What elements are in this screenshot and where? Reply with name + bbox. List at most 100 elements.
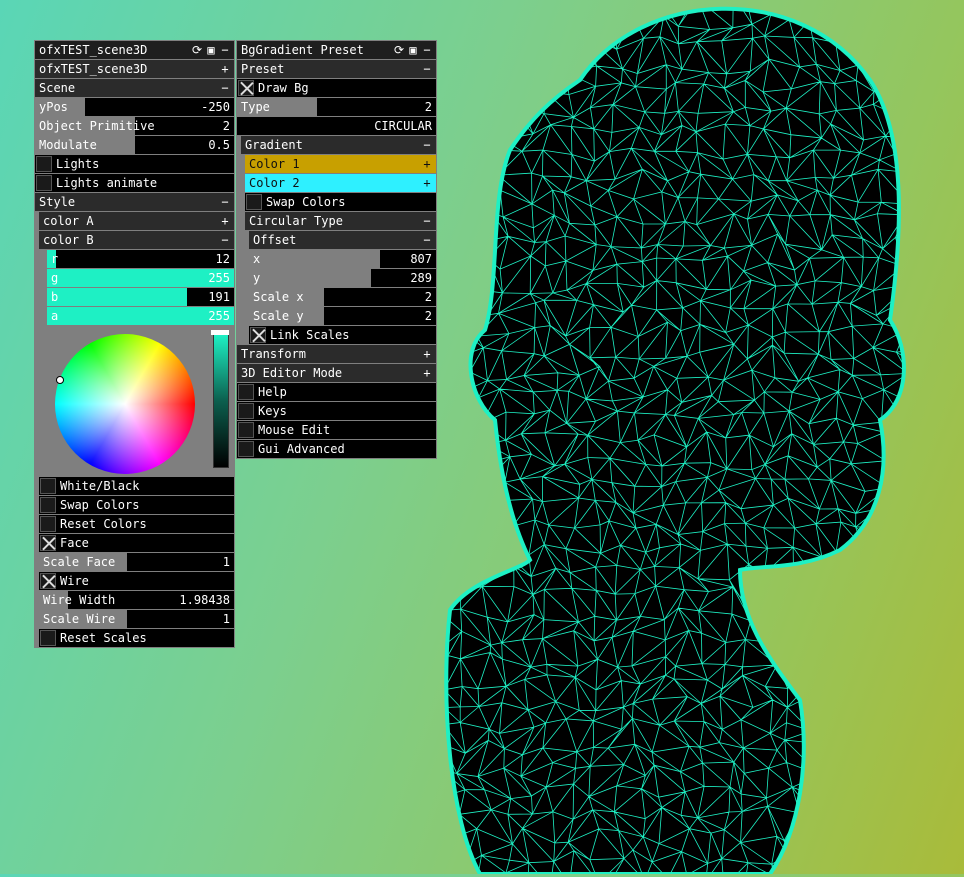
white-black-label: White/Black <box>60 479 140 493</box>
swap-colors-checkbox[interactable] <box>40 497 56 513</box>
offset-x-slider[interactable]: x 807 <box>249 250 436 268</box>
reset-colors-checkbox[interactable] <box>40 516 56 532</box>
expand-icon[interactable]: + <box>422 176 432 190</box>
expand-icon[interactable]: + <box>220 62 230 76</box>
collapse-icon[interactable]: − <box>220 195 230 209</box>
transform-header[interactable]: Transform + <box>237 345 436 363</box>
mouse-edit-toggle[interactable]: Mouse Edit <box>237 421 436 439</box>
head-silhouette <box>444 6 906 876</box>
lights-animate-checkbox[interactable] <box>36 175 52 191</box>
expand-icon[interactable]: + <box>422 366 432 380</box>
expand-icon[interactable]: + <box>422 157 432 171</box>
scene-group-header[interactable]: Scene − <box>35 79 234 97</box>
reset-scales-checkbox[interactable] <box>40 630 56 646</box>
face-toggle[interactable]: Face <box>39 534 234 552</box>
offset-y-slider[interactable]: y 289 <box>249 269 436 287</box>
modulate-value: 0.5 <box>208 138 230 152</box>
object-primitive-label: Object Primitive <box>39 119 155 133</box>
collapse-icon[interactable]: − <box>422 62 432 76</box>
ypos-slider[interactable]: yPos -250 <box>35 98 234 116</box>
brightness-bar[interactable] <box>213 334 229 468</box>
bg-gradient-title-bar[interactable]: BgGradient Preset ⟳ ▣ − <box>237 41 436 59</box>
reset-scales-button[interactable]: Reset Scales <box>39 629 234 647</box>
collapse-icon[interactable]: − <box>422 233 432 247</box>
color1-swatch[interactable]: Color 1 + <box>245 155 436 173</box>
save-icon[interactable]: ▣ <box>408 43 418 57</box>
mouse-edit-checkbox[interactable] <box>238 422 254 438</box>
ypos-label: yPos <box>39 100 68 114</box>
save-icon[interactable]: ▣ <box>206 43 216 57</box>
type-slider[interactable]: Type 2 <box>237 98 436 116</box>
reset-colors-button[interactable]: Reset Colors <box>39 515 234 533</box>
gradient-group-header[interactable]: Gradient − <box>241 136 436 154</box>
lights-animate-toggle[interactable]: Lights animate <box>35 174 234 192</box>
lights-checkbox[interactable] <box>36 156 52 172</box>
alpha-value: 255 <box>208 309 230 323</box>
scene3d-title-bar[interactable]: ofxTEST_scene3D ⟳ ▣ − <box>35 41 234 59</box>
white-black-checkbox[interactable] <box>40 478 56 494</box>
scene3d-subgroup-label: ofxTEST_scene3D <box>39 62 148 76</box>
alpha-fill <box>47 307 234 325</box>
wire-toggle[interactable]: Wire <box>39 572 234 590</box>
refresh-icon[interactable]: ⟳ <box>394 43 404 57</box>
color-wheel-cursor[interactable] <box>56 376 64 384</box>
gui-advanced-toggle[interactable]: Gui Advanced <box>237 440 436 458</box>
editor-mode-header[interactable]: 3D Editor Mode + <box>237 364 436 382</box>
blue-slider[interactable]: b 191 <box>47 288 234 306</box>
wire-checkbox[interactable] <box>40 573 56 589</box>
red-label: r <box>51 252 59 266</box>
lights-toggle[interactable]: Lights <box>35 155 234 173</box>
swap-colors-toggle[interactable]: Swap Colors <box>39 496 234 514</box>
collapse-icon[interactable]: − <box>422 43 432 57</box>
color-b-header[interactable]: color B − <box>39 231 234 249</box>
red-slider[interactable]: r 12 <box>47 250 234 268</box>
draw-bg-checkbox[interactable] <box>238 80 254 96</box>
color2-swatch[interactable]: Color 2 + <box>245 174 436 192</box>
preset-group-header[interactable]: Preset − <box>237 60 436 78</box>
refresh-icon[interactable]: ⟳ <box>192 43 202 57</box>
modulate-slider[interactable]: Modulate 0.5 <box>35 136 234 154</box>
collapse-icon[interactable]: − <box>220 43 230 57</box>
face-checkbox[interactable] <box>40 535 56 551</box>
draw-bg-toggle[interactable]: Draw Bg <box>237 79 436 97</box>
scale-wire-slider[interactable]: Scale Wire 1 <box>39 610 234 628</box>
gui-advanced-label: Gui Advanced <box>258 442 345 456</box>
type-name: CIRCULAR <box>374 119 432 133</box>
scale-face-slider[interactable]: Scale Face 1 <box>39 553 234 571</box>
brightness-handle[interactable] <box>211 330 229 335</box>
color-wheel[interactable] <box>55 334 195 474</box>
green-slider[interactable]: g 255 <box>47 269 234 287</box>
object-primitive-slider[interactable]: Object Primitive 2 <box>35 117 234 135</box>
wire-width-slider[interactable]: Wire Width 1.98438 <box>39 591 234 609</box>
alpha-slider[interactable]: a 255 <box>47 307 234 325</box>
scale-y-slider[interactable]: Scale y 2 <box>249 307 436 325</box>
circular-type-header[interactable]: Circular Type − <box>245 212 436 230</box>
scale-wire-value: 1 <box>222 612 230 626</box>
green-label: g <box>51 271 59 285</box>
collapse-icon[interactable]: − <box>422 214 432 228</box>
scale-x-slider[interactable]: Scale x 2 <box>249 288 436 306</box>
help-label: Help <box>258 385 287 399</box>
scene3d-subgroup-header[interactable]: ofxTEST_scene3D + <box>35 60 234 78</box>
viewport-3d[interactable] <box>440 0 964 876</box>
collapse-icon[interactable]: − <box>220 81 230 95</box>
offset-header[interactable]: Offset − <box>249 231 436 249</box>
wire-width-value: 1.98438 <box>179 593 230 607</box>
collapse-icon[interactable]: − <box>422 138 432 152</box>
expand-icon[interactable]: + <box>220 214 230 228</box>
help-toggle[interactable]: Help <box>237 383 436 401</box>
collapse-icon[interactable]: − <box>220 233 230 247</box>
keys-checkbox[interactable] <box>238 403 254 419</box>
style-group-header[interactable]: Style − <box>35 193 234 211</box>
help-checkbox[interactable] <box>238 384 254 400</box>
keys-toggle[interactable]: Keys <box>237 402 436 420</box>
gui-advanced-checkbox[interactable] <box>238 441 254 457</box>
expand-icon[interactable]: + <box>422 347 432 361</box>
white-black-toggle[interactable]: White/Black <box>39 477 234 495</box>
link-scales-toggle[interactable]: Link Scales <box>249 326 436 344</box>
gradient-swap-colors-checkbox[interactable] <box>246 194 262 210</box>
keys-label: Keys <box>258 404 287 418</box>
color-a-header[interactable]: color A + <box>39 212 234 230</box>
gradient-swap-colors-toggle[interactable]: Swap Colors <box>245 193 436 211</box>
link-scales-checkbox[interactable] <box>250 327 266 343</box>
